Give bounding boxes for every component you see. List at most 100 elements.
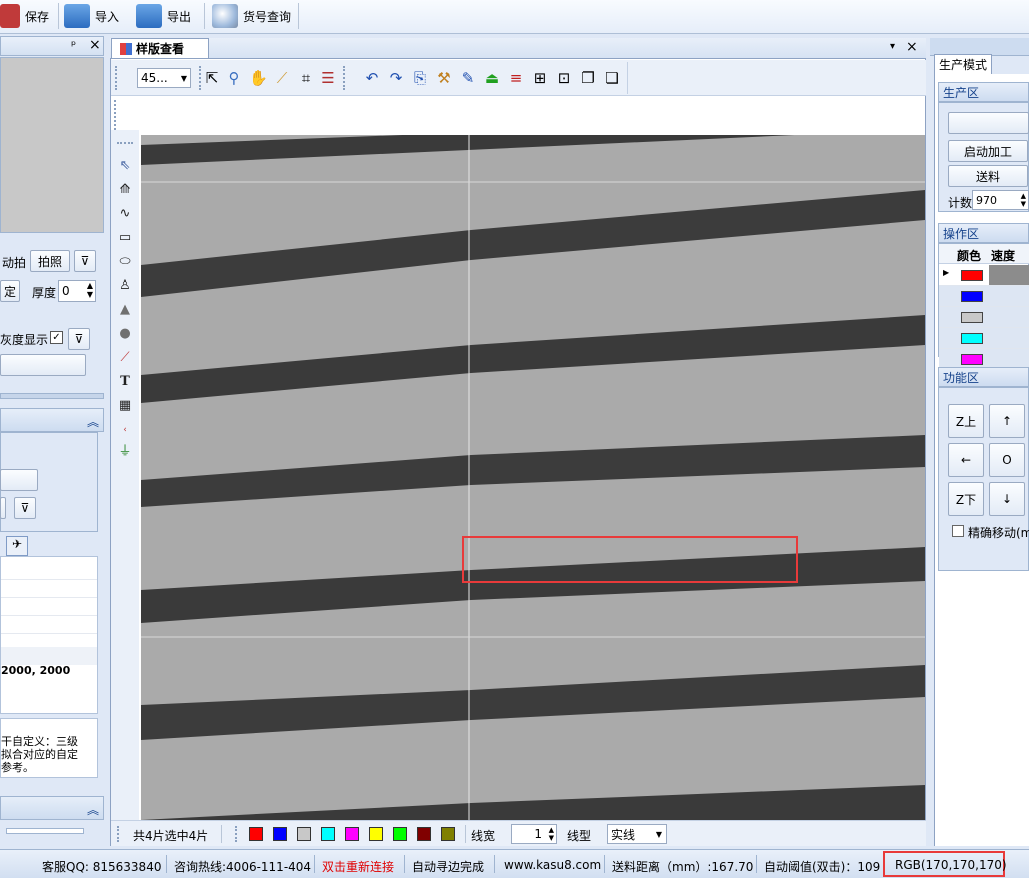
speed-cell[interactable] (989, 349, 1029, 369)
left-dropdown-b[interactable]: ⊽ (14, 497, 36, 519)
close-icon[interactable]: × (89, 37, 101, 53)
move-up-button[interactable]: ↑ (989, 404, 1025, 438)
reconnect-link[interactable]: 双击重新连接 (322, 858, 394, 875)
left-group-header-2[interactable]: ︽ (0, 796, 104, 820)
color-swatch[interactable] (273, 827, 287, 841)
collapse-icon[interactable]: ︽ (87, 413, 99, 430)
plug-icon[interactable]: ⏚ (117, 444, 133, 460)
wrench-icon[interactable]: ⚒ (435, 69, 453, 87)
color-swatch[interactable] (393, 827, 407, 841)
color-swatch[interactable] (441, 827, 455, 841)
speed-cell[interactable] (989, 265, 1029, 285)
pen-icon[interactable]: ✎ (459, 69, 477, 87)
select-box-icon[interactable]: ⊡ (555, 69, 573, 87)
arrow-small-icon[interactable]: ‹ (117, 422, 133, 438)
shoot-dropdown[interactable]: ⊽ (74, 250, 96, 272)
hatch-icon[interactable]: ≡ (507, 69, 525, 87)
website-link[interactable]: www.kasu8.com (504, 858, 601, 872)
sample-image-canvas[interactable] (141, 135, 925, 820)
tab-close-icon[interactable]: × (906, 39, 918, 55)
pin-icon[interactable]: ᵖ (71, 38, 76, 52)
select-arrow-icon[interactable]: ⇖ (117, 158, 133, 174)
color-swatch[interactable] (369, 827, 383, 841)
count-stepper[interactable]: 970 ▲ ▼ (972, 190, 1029, 210)
tab-dropdown-icon[interactable]: ▾ (890, 41, 895, 52)
color-row[interactable] (939, 307, 1029, 328)
gradient-icon[interactable]: ● (117, 326, 133, 342)
set-button[interactable]: 定 (0, 280, 20, 302)
gray-display-label: 灰度显示 (0, 333, 49, 347)
pen-tool-icon[interactable]: ♙ (117, 278, 133, 294)
feed-distance: 送料距离（mm）:167.70 (612, 860, 754, 874)
curve-icon[interactable]: ∿ (117, 206, 133, 222)
ruler-icon[interactable]: ⟋ (273, 69, 291, 87)
rgb-readout: RGB(170,170,170) (895, 858, 1007, 872)
auto-threshold[interactable]: 自动阈值(双击)：109 (764, 858, 880, 875)
production-header[interactable]: 生产区 (938, 82, 1029, 102)
color-swatch[interactable] (417, 827, 431, 841)
window-icon[interactable]: ❏ (603, 69, 621, 87)
left-group-header[interactable]: ︽ (0, 408, 104, 432)
redo-icon[interactable]: ↷ (387, 69, 405, 87)
fill-triangle-icon[interactable]: ▲ (117, 302, 133, 318)
speed-cell[interactable] (989, 328, 1029, 348)
knife-icon[interactable]: ⟋ (117, 350, 133, 366)
color-row[interactable] (939, 286, 1029, 307)
move-left-button[interactable]: ← (948, 443, 984, 477)
zoom-select[interactable]: 45... ▼ (137, 68, 191, 88)
operation-header[interactable]: 操作区 (938, 223, 1029, 243)
select-all-icon[interactable]: ⊞ (531, 69, 549, 87)
color-cell (961, 354, 983, 365)
count-label: 计数 (948, 196, 973, 210)
color-row[interactable]: ▶ (939, 265, 1029, 286)
start-processing-button[interactable]: 启动加工 (948, 140, 1028, 162)
lookup-button[interactable]: 货号查询 (212, 2, 291, 30)
thickness-stepper[interactable]: 0 ▲ ▼ (58, 280, 96, 302)
ellipse-icon[interactable]: ⬭ (117, 254, 133, 270)
tab-sample-view[interactable]: 样版查看 (111, 38, 209, 58)
origin-button[interactable]: O (989, 443, 1025, 477)
node-edit-icon[interactable]: ⟰ (117, 182, 133, 198)
pan-hand-icon[interactable]: ✋ (249, 69, 268, 87)
precise-move-checkbox[interactable] (952, 525, 964, 537)
move-down-button[interactable]: ↓ (989, 482, 1025, 516)
shoot-button[interactable]: 拍照 (30, 250, 70, 272)
triangle-icon[interactable]: ⏏ (483, 69, 501, 87)
import-button[interactable]: 导入 (64, 2, 119, 30)
save-button[interactable]: 保存 (0, 2, 49, 30)
speed-cell[interactable] (989, 307, 1029, 327)
z-down-button[interactable]: Z下 (948, 482, 984, 516)
crop-icon[interactable]: ⌗ (297, 69, 315, 87)
color-swatch[interactable] (345, 827, 359, 841)
left-button-b[interactable] (0, 497, 6, 519)
color-swatch[interactable] (321, 827, 335, 841)
layers-icon[interactable]: ❐ (579, 69, 597, 87)
z-up-button[interactable]: Z上 (948, 404, 984, 438)
color-swatch[interactable] (249, 827, 263, 841)
undo-icon[interactable]: ↶ (363, 69, 381, 87)
production-blank-button[interactable] (948, 112, 1029, 134)
grid-lines-icon[interactable]: ☰ (319, 69, 337, 87)
speed-cell[interactable] (989, 286, 1029, 306)
left-wide-button[interactable] (0, 354, 86, 376)
color-row[interactable] (939, 328, 1029, 349)
paste-icon[interactable]: ⎘ (411, 69, 429, 87)
col-color: 颜色 (957, 249, 982, 263)
feed-button[interactable]: 送料 (948, 165, 1028, 187)
export-button[interactable]: 导出 (136, 2, 191, 30)
auto-shoot-label: 动拍 (2, 256, 27, 270)
table-icon[interactable]: ▦ (117, 398, 133, 414)
text-tool-icon[interactable]: T (117, 374, 133, 390)
function-header[interactable]: 功能区 (938, 367, 1029, 387)
pin-tool-icon[interactable]: ✈ (6, 536, 28, 556)
color-swatch[interactable] (297, 827, 311, 841)
gray-dropdown[interactable]: ⊽ (68, 328, 90, 350)
tab-production-mode[interactable]: 生产模式 (934, 54, 992, 74)
pointer-icon[interactable]: ⇱ (203, 69, 221, 87)
rectangle-icon[interactable]: ▭ (117, 230, 133, 246)
gray-display-checkbox[interactable]: ✓ (50, 331, 63, 344)
left-button-a[interactable] (0, 469, 38, 491)
zoom-icon[interactable]: ⚲ (225, 69, 243, 87)
line-width-stepper[interactable]: 1 ▲ ▼ (511, 824, 557, 844)
line-type-select[interactable]: 实线 ▼ (607, 824, 667, 844)
